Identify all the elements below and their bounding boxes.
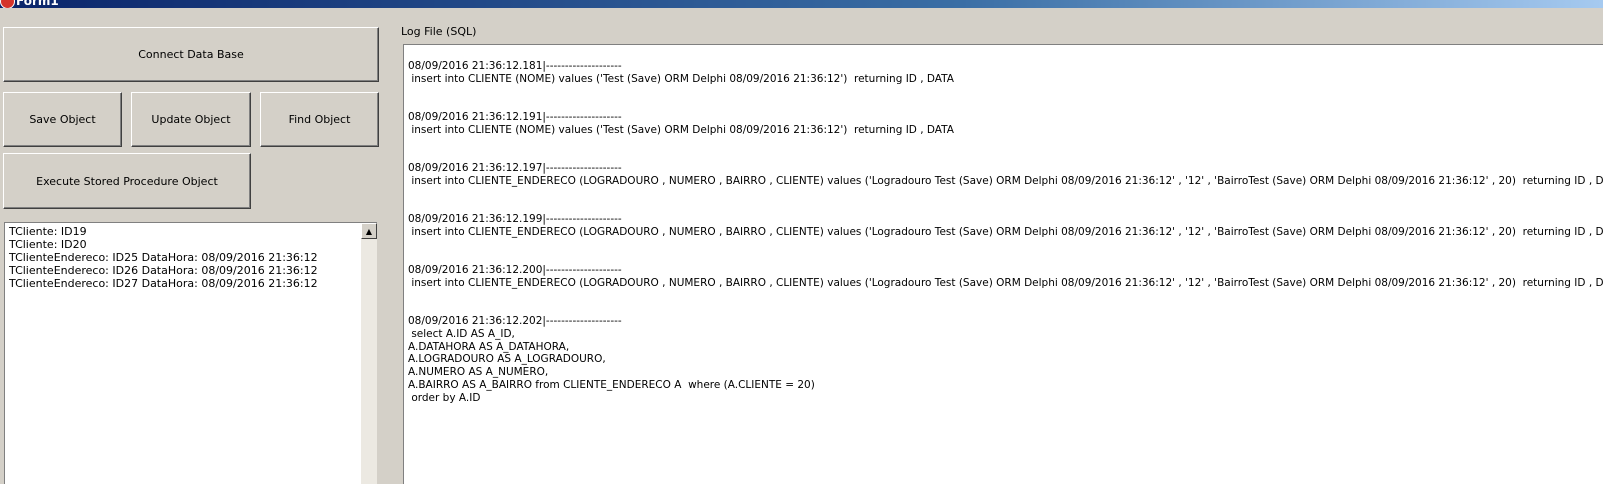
scroll-up-arrow-icon[interactable]: ▲ <box>361 223 377 239</box>
log-file-label: Log File (SQL) <box>401 25 477 38</box>
objects-memo-lines: TCliente: ID19 TCliente: ID20 TClienteEnde… <box>9 225 318 290</box>
objects-memo[interactable]: TCliente: ID19 TCliente: ID20 TClienteEnde… <box>4 222 377 484</box>
object-line: TClienteEndereco: ID27 DataHora: 08/09/2… <box>9 277 318 290</box>
log-line: 08/09/2016 21:36:12.202|----------------… <box>408 315 622 327</box>
log-line: A.BAIRRO AS A_BAIRRO from CLIENTE_ENDERE… <box>408 378 815 391</box>
log-line: insert into CLIENTE_ENDERECO (LOGRADOURO… <box>408 174 1603 187</box>
vertical-scrollbar[interactable]: ▲ <box>361 223 377 484</box>
find-object-button[interactable]: Find Object <box>260 92 379 147</box>
execute-stored-procedure-button[interactable]: Execute Stored Procedure Object <box>3 153 251 209</box>
object-line: TCliente: ID19 <box>9 225 87 238</box>
window-title: Form1 <box>16 0 59 8</box>
log-line: insert into CLIENTE (NOME) values ('Test… <box>408 72 954 85</box>
log-line: insert into CLIENTE_ENDERECO (LOGRADOURO… <box>408 276 1603 289</box>
update-object-button[interactable]: Update Object <box>131 92 251 147</box>
log-line: insert into CLIENTE (NOME) values ('Test… <box>408 123 954 136</box>
sql-log-memo[interactable]: 08/09/2016 21:36:12.181|----------------… <box>403 44 1603 484</box>
title-bar[interactable]: Form1 <box>0 0 1603 8</box>
log-line: select A.ID AS A_ID, <box>408 327 515 340</box>
log-line: A.DATAHORA AS A_DATAHORA, <box>408 340 570 353</box>
log-line: order by A.ID <box>408 391 481 404</box>
object-line: TClienteEndereco: ID26 DataHora: 08/09/2… <box>9 264 318 277</box>
log-line: A.NUMERO AS A_NUMERO, <box>408 366 549 378</box>
log-line: insert into CLIENTE_ENDERECO (LOGRADOURO… <box>408 225 1603 238</box>
log-line: A.LOGRADOURO AS A_LOGRADOURO, <box>408 353 606 366</box>
save-object-button[interactable]: Save Object <box>3 92 122 147</box>
log-line: 08/09/2016 21:36:12.199|----------------… <box>408 213 622 225</box>
log-line: 08/09/2016 21:36:12.191|----------------… <box>408 111 622 123</box>
object-line: TClienteEndereco: ID25 DataHora: 08/09/2… <box>9 251 318 264</box>
app-icon[interactable] <box>0 0 15 8</box>
connect-database-button[interactable]: Connect Data Base <box>3 27 379 82</box>
log-line: 08/09/2016 21:36:12.181|----------------… <box>408 60 622 72</box>
log-line: 08/09/2016 21:36:12.197|----------------… <box>408 162 622 174</box>
log-line: 08/09/2016 21:36:12.200|----------------… <box>408 264 622 276</box>
object-line: TCliente: ID20 <box>9 238 87 251</box>
sql-log-lines: 08/09/2016 21:36:12.181|----------------… <box>408 60 1603 404</box>
